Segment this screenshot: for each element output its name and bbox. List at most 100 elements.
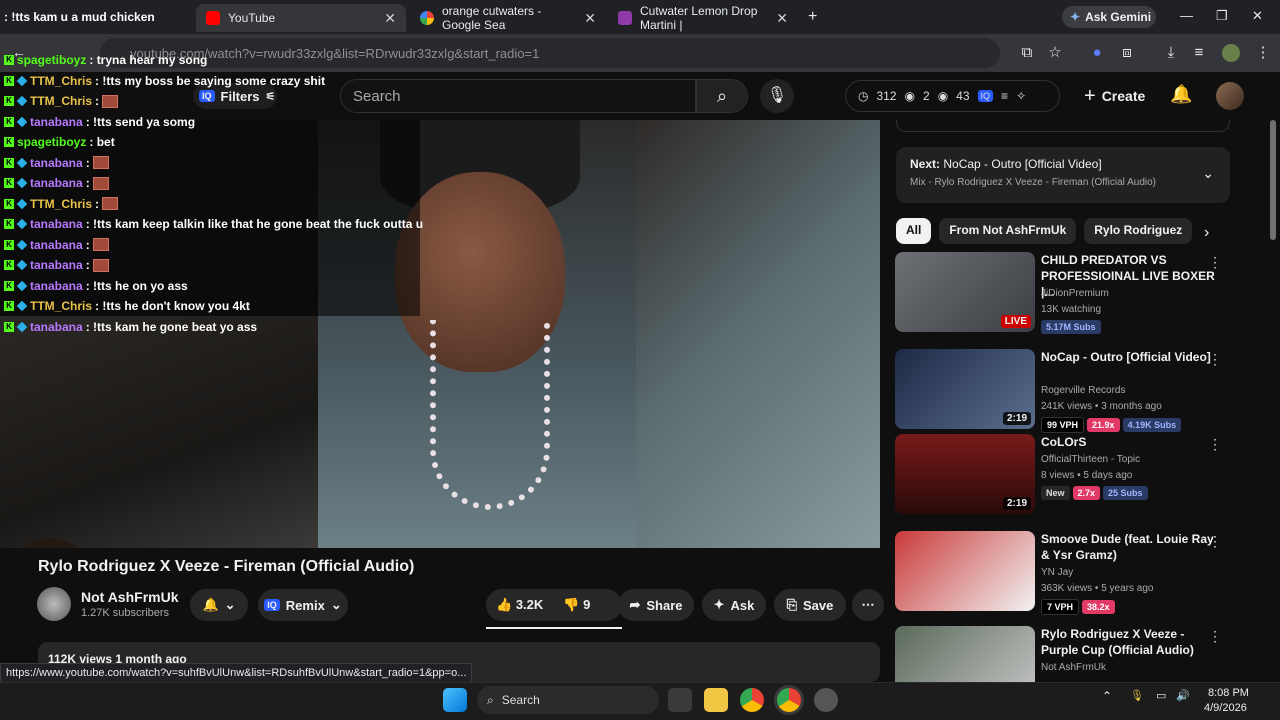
ask-button[interactable]: ✦ Ask xyxy=(702,589,766,621)
recommendation-channel[interactable]: YN Jay xyxy=(1041,567,1073,578)
create-button[interactable]: + Create xyxy=(1084,80,1145,112)
recommendation-meta: 241K views • 3 months ago xyxy=(1041,401,1162,412)
recommendation-channel[interactable]: JiDionPremium xyxy=(1041,288,1109,299)
bookmark-icon: ⎘ xyxy=(786,597,798,612)
webcam-person-head xyxy=(0,538,100,548)
recommendation-item[interactable]: Smoove Dude (feat. Louie Ray & Ysr Gramz… xyxy=(895,531,1240,621)
video-title: Rylo Rodriguez X Veeze - Fireman (Offici… xyxy=(38,558,415,575)
close-tab-icon[interactable]: ✕ xyxy=(776,10,788,27)
profile-avatar-icon[interactable] xyxy=(1222,44,1240,62)
chat-emote-icon xyxy=(92,156,109,169)
tab-label: orange cutwaters - Google Sea xyxy=(442,4,542,32)
restore-icon[interactable]: ❐ xyxy=(1216,8,1228,24)
voice-search-button[interactable]: 🎙 xyxy=(760,79,794,113)
filters-label: Filters xyxy=(220,88,260,104)
file-explorer-icon[interactable] xyxy=(704,688,728,712)
widgets-icon[interactable] xyxy=(668,688,692,712)
media-control-icon[interactable]: ≡ xyxy=(1190,44,1208,62)
install-app-icon[interactable]: ⧉ xyxy=(1018,44,1036,62)
recommendation-channel[interactable]: OfficialThirteen - Topic xyxy=(1041,454,1140,465)
extensions-puzzle-icon[interactable]: ⧈ xyxy=(1118,44,1136,62)
chat-message-text: : xyxy=(85,155,90,170)
recommendation-title[interactable]: NoCap - Outro [Official Video] xyxy=(1041,349,1217,365)
chevron-down-icon[interactable]: ⌄ xyxy=(1202,165,1214,182)
more-options-icon[interactable]: ⋮ xyxy=(1208,254,1222,271)
more-actions-button[interactable]: ⋯ xyxy=(852,589,884,621)
recommendation-channel[interactable]: Rogerville Records xyxy=(1041,385,1125,396)
share-button[interactable]: ➦ Share xyxy=(618,589,694,621)
chip-all[interactable]: All xyxy=(896,218,932,244)
channel-name[interactable]: Not AshFrmUk xyxy=(81,589,179,605)
subscriber-count: 1.27K subscribers xyxy=(81,607,170,619)
subscribed-bell-button[interactable]: 🔔 ⌄ xyxy=(190,589,248,621)
more-options-icon[interactable]: ⋮ xyxy=(1208,436,1222,453)
create-label: Create xyxy=(1101,88,1146,104)
search-input[interactable]: Search xyxy=(340,79,696,113)
close-tab-icon[interactable]: ✕ xyxy=(384,10,396,27)
remix-button[interactable]: IQ Remix ⌄ xyxy=(258,589,348,621)
chevron-right-icon[interactable]: › xyxy=(1204,224,1209,242)
chat-message: Ktanabana: xyxy=(4,255,109,275)
more-options-icon[interactable]: ⋮ xyxy=(1208,351,1222,368)
video-thumbnail[interactable]: LIVE xyxy=(895,252,1035,332)
recommendation-title[interactable]: CoLOrS xyxy=(1041,434,1217,450)
clock-date[interactable]: 4/9/2026 xyxy=(1204,702,1247,714)
recommendation-title[interactable]: Rylo Rodriguez X Veeze - Purple Cup (Off… xyxy=(1041,626,1217,658)
chat-message-text: : !tts kam he gone beat yo ass xyxy=(85,319,258,334)
tab-cutwater[interactable]: Cutwater Lemon Drop Martini | ✕ xyxy=(608,4,798,32)
diamond-badge-icon xyxy=(16,280,28,291)
taskbar-search[interactable]: ⌕ Search xyxy=(477,686,659,714)
like-button[interactable]: 👍 3.2K xyxy=(496,597,543,613)
browser-menu-icon[interactable]: ⋮ xyxy=(1254,44,1272,62)
search-button[interactable]: ⌕ xyxy=(696,79,748,113)
recommendation-title[interactable]: Smoove Dude (feat. Louie Ray & Ysr Gramz… xyxy=(1041,531,1217,563)
tray-chevron-up-icon[interactable]: ⌃ xyxy=(1102,689,1112,703)
minimize-icon[interactable]: — xyxy=(1180,8,1193,23)
extension-stats-bar[interactable]: ◷ 312 ◉ 2 ◉ 43 IQ ≡ ✧ xyxy=(845,80,1060,112)
scrollbar[interactable] xyxy=(1270,120,1276,240)
microphone-tray-icon[interactable]: 🎙 xyxy=(1130,689,1144,702)
stat-value: 2 xyxy=(923,89,930,103)
tab-youtube[interactable]: YouTube ✕ xyxy=(196,4,406,32)
tab-google[interactable]: orange cutwaters - Google Sea ✕ xyxy=(410,4,606,32)
extension-iq-icon[interactable]: ● xyxy=(1088,44,1106,62)
notifications-bell-icon[interactable]: 🔔 xyxy=(1170,84,1192,105)
chrome-icon[interactable] xyxy=(740,688,764,712)
chat-username: tanabana xyxy=(30,155,83,170)
diamond-badge-icon xyxy=(16,198,28,209)
windows-start-icon[interactable] xyxy=(443,688,467,712)
chat-message-text: : !tts send ya somg xyxy=(85,114,196,129)
recommendation-item[interactable]: LIVE CHILD PREDATOR VS PROFESSIOINAL LIVE… xyxy=(895,252,1240,342)
save-button[interactable]: ⎘ Save xyxy=(774,589,846,621)
more-options-icon[interactable]: ⋮ xyxy=(1208,533,1222,550)
recommendation-item[interactable]: 2:19 NoCap - Outro [Official Video] Rogerv… xyxy=(895,349,1240,439)
channel-avatar[interactable] xyxy=(37,587,71,621)
chat-message-text: : xyxy=(85,176,90,190)
more-options-icon[interactable]: ⋮ xyxy=(1208,628,1222,645)
chat-overlay-top-line: : !tts kam u a mud chicken xyxy=(4,10,155,24)
volume-icon[interactable]: 🔊 xyxy=(1176,689,1190,702)
close-window-icon[interactable]: ✕ xyxy=(1252,8,1263,24)
network-icon[interactable]: ▭ xyxy=(1156,689,1166,702)
chip-from-channel[interactable]: From Not AshFrmUk xyxy=(939,218,1077,244)
chrome-active-icon[interactable] xyxy=(777,688,801,712)
new-tab-icon[interactable]: + xyxy=(808,8,817,26)
close-tab-icon[interactable]: ✕ xyxy=(584,10,596,27)
video-thumbnail[interactable]: 2:19 xyxy=(895,434,1035,514)
download-icon[interactable]: ⤓ xyxy=(1162,44,1180,62)
video-thumbnail[interactable] xyxy=(895,531,1035,611)
recommendation-item[interactable]: 2:19 CoLOrS OfficialThirteen - Topic 8 view… xyxy=(895,434,1240,524)
account-avatar[interactable] xyxy=(1216,82,1244,110)
chat-message: Ktanabana: !tts he on yo ass xyxy=(4,276,188,296)
diamond-badge-icon xyxy=(16,259,28,271)
bookmark-star-icon[interactable]: ☆ xyxy=(1046,44,1064,62)
omnibox[interactable]: youtube.com/watch?v=rwudr33zxlg&list=RDr… xyxy=(100,38,1000,68)
app-icon[interactable] xyxy=(814,688,838,712)
up-next-card[interactable]: Next: NoCap - Outro [Official Video] Mix… xyxy=(896,147,1230,203)
video-thumbnail[interactable]: 2:19 xyxy=(895,349,1035,429)
recommendation-channel[interactable]: Not AshFrmUk xyxy=(1041,662,1106,673)
chip-rylo-rodriguez[interactable]: Rylo Rodriguez xyxy=(1084,218,1193,244)
dislike-button[interactable]: 👎 9 xyxy=(563,597,590,613)
ask-gemini-button[interactable]: ✦ Ask Gemini xyxy=(1062,6,1156,28)
clock-time[interactable]: 8:08 PM xyxy=(1208,687,1249,699)
